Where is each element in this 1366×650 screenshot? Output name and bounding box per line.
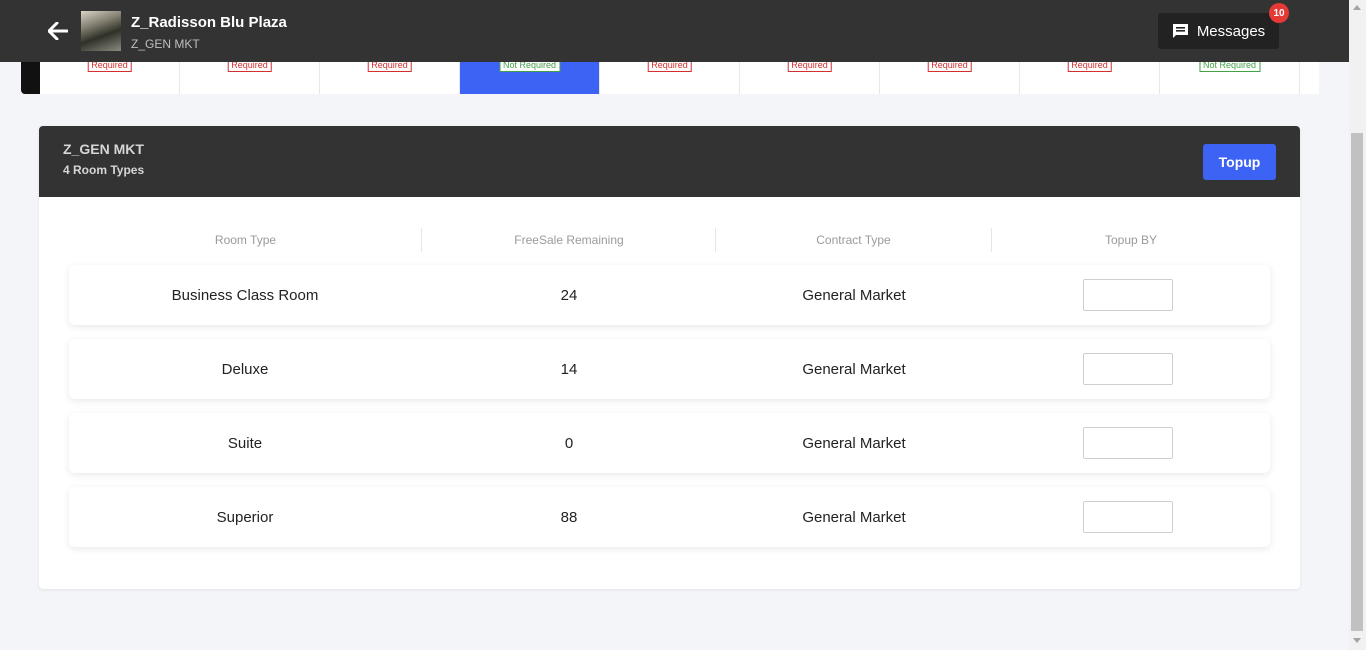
table-row: Deluxe 14 General Market — [69, 339, 1270, 399]
freesale-cell: 88 — [560, 508, 578, 526]
column-header-contract-type: Contract Type — [816, 233, 891, 247]
arrow-left-icon[interactable] — [48, 22, 68, 40]
topup-button[interactable]: Topup — [1203, 144, 1276, 180]
contract-type-cell: General Market — [802, 434, 906, 452]
freesale-cell: 24 — [560, 286, 578, 304]
column-header-topup-by: Topup BY — [1104, 233, 1158, 247]
table-row: Business Class Room 24 General Market — [69, 265, 1270, 325]
room-type-cell: Deluxe — [221, 360, 269, 378]
topup-by-input[interactable] — [1083, 353, 1173, 385]
room-type-cell: Superior — [216, 508, 274, 526]
page-scrollbar[interactable] — [1349, 0, 1366, 650]
scroll-thumb[interactable] — [1351, 133, 1363, 631]
topup-by-input[interactable] — [1083, 427, 1173, 459]
hotel-thumbnail — [81, 11, 121, 51]
table-row: Superior 88 General Market — [69, 487, 1270, 547]
panel-header: Z_GEN MKT 4 Room Types Topup — [39, 126, 1300, 197]
topup-by-input[interactable] — [1083, 501, 1173, 533]
contract-type-cell: General Market — [802, 286, 906, 304]
messages-label: Messages — [1196, 22, 1266, 40]
topup-by-input[interactable] — [1083, 279, 1173, 311]
top-header: Z_Radisson Blu Plaza Z_GEN MKT Messages … — [0, 0, 1349, 62]
hotel-title: Z_Radisson Blu Plaza — [131, 14, 287, 31]
contract-type-cell: General Market — [802, 360, 906, 378]
scroll-up-arrow[interactable] — [1353, 5, 1361, 10]
panel-title: Z_GEN MKT — [63, 141, 144, 157]
messages-button[interactable]: Messages — [1158, 13, 1279, 49]
freesale-cell: 14 — [560, 360, 578, 378]
chat-icon — [1172, 24, 1188, 38]
panel-subtitle: 4 Room Types — [63, 163, 145, 177]
room-types-panel: Z_GEN MKT 4 Room Types Topup Room Type F… — [39, 126, 1300, 589]
messages-count-badge: 10 — [1269, 3, 1289, 23]
back-button[interactable] — [46, 19, 70, 43]
column-header-room-type: Room Type — [214, 233, 277, 247]
contract-type-cell: General Market — [802, 508, 906, 526]
room-type-cell: Business Class Room — [171, 286, 319, 304]
hotel-subtitle: Z_GEN MKT — [131, 37, 200, 51]
table-row: Suite 0 General Market — [69, 413, 1270, 473]
room-type-cell: Suite — [227, 434, 263, 452]
scroll-down-arrow[interactable] — [1353, 638, 1361, 643]
freesale-cell: 0 — [564, 434, 574, 452]
column-header-freesale: FreeSale Remaining — [514, 233, 624, 247]
